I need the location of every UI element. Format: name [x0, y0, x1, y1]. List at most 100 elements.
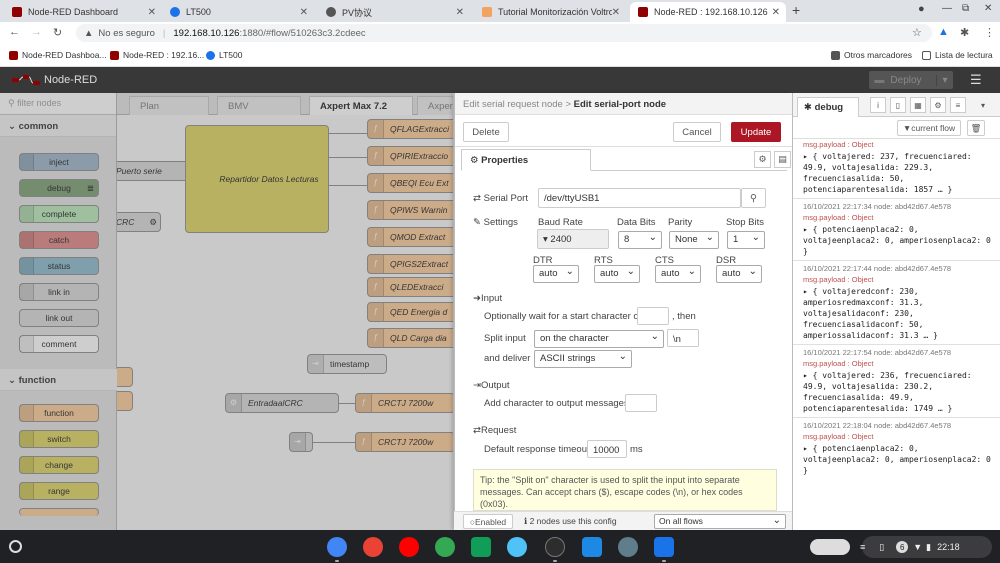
sheets-app-icon[interactable] — [471, 537, 491, 557]
forward-icon[interactable]: → — [31, 26, 42, 38]
system-tray[interactable]: ≡ ▯ 6 ▼ ▮ 22:18 — [860, 536, 992, 558]
message-body[interactable]: ▸ { voltajered: 237, frecuenciared: 49.9… — [803, 151, 994, 195]
baud-rate-input[interactable]: ▾ 2400 — [537, 229, 609, 249]
reading-list-icon — [922, 50, 931, 60]
info-icon[interactable]: i — [870, 97, 886, 113]
close-icon[interactable]: ✕ — [772, 7, 780, 18]
context-icon[interactable]: ▦ — [910, 97, 926, 113]
add-char-input[interactable] — [625, 394, 657, 412]
book-icon[interactable]: ▯ — [890, 97, 906, 113]
other-bookmarks-label: Otros marcadores — [844, 50, 913, 60]
browser-tab-tutorial[interactable]: Tutorial Monitorización Voltronic ✕ — [474, 2, 626, 22]
debug-message[interactable]: 16/10/2021 22:18:04 node: abd42d67.4e578… — [793, 418, 1000, 479]
v2-app-icon[interactable] — [654, 537, 674, 557]
settings-app-icon[interactable] — [618, 537, 638, 557]
warning-icon: ▲ — [84, 27, 94, 39]
scope-select[interactable]: On all flows — [654, 514, 786, 529]
breadcrumb-parent[interactable]: Edit serial request node — [463, 99, 563, 110]
deploy-button[interactable]: ▬ Deploy ▾ — [869, 71, 953, 89]
debug-message[interactable]: msg.payload : Object ▸ { voltajered: 237… — [793, 139, 1000, 199]
filter-button[interactable]: ▼ current flow — [897, 120, 961, 136]
message-body[interactable]: ▸ { potenciaenplaca2: 0, voltajeenplaca2… — [803, 443, 994, 476]
data-bits-select[interactable]: 8 — [618, 231, 662, 249]
bookmark-node-red[interactable]: Node-RED : 192.16... — [110, 50, 204, 60]
gear-icon[interactable]: ⚙ — [930, 97, 946, 113]
close-window-icon[interactable]: ✕ — [984, 3, 992, 14]
description-icon[interactable]: ▤ — [774, 151, 791, 168]
message-body[interactable]: ▸ { potenciaenplaca2: 0, voltajeenplaca2… — [803, 224, 994, 257]
cancel-button[interactable]: Cancel — [673, 122, 721, 142]
gmail-app-icon[interactable] — [363, 537, 383, 557]
deploy-icon: ▬ — [874, 74, 885, 86]
chevron-down-icon[interactable]: ▾ — [975, 97, 991, 113]
cts-select[interactable]: auto — [655, 265, 701, 283]
dtr-select[interactable]: auto — [533, 265, 579, 283]
message-body[interactable]: ▸ { voltajered: 236, frecuenciared: 49.9… — [803, 370, 994, 414]
start-char-input[interactable] — [637, 307, 669, 325]
hamburger-menu-icon[interactable]: ☰ — [970, 72, 982, 88]
play-store-app-icon[interactable] — [435, 537, 455, 557]
debug-message[interactable]: 16/10/2021 22:17:34 node: abd42d67.4e578… — [793, 199, 1000, 261]
rts-select[interactable]: auto — [594, 265, 640, 283]
back-icon[interactable]: ← — [9, 26, 20, 38]
deliver-select[interactable]: ASCII strings — [534, 350, 632, 368]
youtube-app-icon[interactable] — [399, 537, 419, 557]
running-indicator — [662, 560, 666, 562]
launcher-icon[interactable] — [9, 540, 22, 553]
gear-icon[interactable]: ⚙ — [754, 151, 771, 168]
split-char-input[interactable]: \n — [667, 329, 699, 347]
bookmark-lt500[interactable]: LT500 — [206, 50, 242, 60]
chevron-down-icon[interactable]: ▾ — [935, 74, 948, 86]
close-icon[interactable]: ✕ — [148, 7, 156, 18]
drive-extension-icon[interactable]: ▲ — [938, 26, 949, 38]
editor-modal-overlay — [0, 93, 454, 530]
dsr-select[interactable]: auto — [716, 265, 762, 283]
browser-tab-dashboard[interactable]: Node-RED Dashboard ✕ — [4, 2, 162, 22]
parity-select[interactable]: None — [669, 231, 719, 249]
terminal-app-icon[interactable] — [545, 537, 565, 557]
close-icon[interactable]: ✕ — [300, 7, 308, 18]
debug-message[interactable]: 16/10/2021 22:17:54 node: abd42d67.4e578… — [793, 345, 1000, 418]
minimize-icon[interactable]: — — [942, 3, 952, 14]
enabled-toggle[interactable]: ○ Enabled — [463, 514, 513, 529]
debug-filter-bar: ▼ current flow 🗑 — [793, 117, 1000, 139]
close-icon[interactable]: ✕ — [456, 7, 464, 18]
reload-icon[interactable]: ↻ — [53, 26, 62, 39]
update-button[interactable]: Update — [731, 122, 781, 142]
tab-properties[interactable]: ⚙ Properties — [461, 149, 591, 171]
bookmark-node-red-dashboard[interactable]: Node-RED Dashboa... — [9, 50, 107, 60]
bookmark-label: Node-RED : 192.16... — [123, 50, 205, 60]
search-button[interactable]: ⚲ — [741, 188, 766, 208]
extensions-icon[interactable]: ✱ — [960, 26, 969, 39]
star-icon[interactable]: ☆ — [912, 26, 922, 39]
timeout-input[interactable]: 10000 — [587, 440, 627, 458]
browser-tab-pv[interactable]: PV协议 ✕ — [318, 2, 470, 22]
running-indicator — [335, 560, 339, 562]
trash-icon[interactable]: 🗑 — [967, 120, 985, 136]
breadcrumb-current: Edit serial-port node — [573, 99, 667, 110]
chrome-app-icon[interactable] — [327, 537, 347, 557]
browser-tab-node-red[interactable]: Node-RED : 192.168.10.126 ✕ — [630, 2, 786, 22]
tab-search-icon[interactable]: ● — [918, 3, 925, 15]
delete-button[interactable]: Delete — [463, 122, 509, 142]
stop-bits-select[interactable]: 1 — [727, 231, 765, 249]
omnibox[interactable]: ▲ No es seguro | 192.168.10.126 :1880/#f… — [76, 24, 932, 42]
message-body[interactable]: ▸ { voltajeredconf: 230, amperiosredmaxc… — [803, 286, 994, 341]
database-icon[interactable]: ≡ — [950, 97, 966, 113]
serial-port-input[interactable]: /dev/ttyUSB1 — [538, 188, 741, 208]
browser-tab-lt500[interactable]: LT500 ✕ — [162, 2, 314, 22]
weather-app-icon[interactable] — [507, 537, 527, 557]
message-payload: { potenciaenplaca2: 0, voltajeenplaca2: … — [803, 444, 991, 475]
split-select[interactable]: on the character — [534, 330, 664, 348]
tab-debug[interactable]: ✱ debug — [797, 97, 859, 117]
message-topic: msg.payload : Object — [803, 213, 874, 222]
debug-message[interactable]: 16/10/2021 22:17:44 node: abd42d67.4e578… — [793, 261, 1000, 345]
new-tab-button[interactable]: + — [792, 2, 800, 18]
other-bookmarks[interactable]: Otros marcadores — [831, 50, 912, 60]
restore-icon[interactable]: ⧉ — [962, 3, 969, 14]
reading-list[interactable]: Lista de lectura — [922, 50, 993, 60]
menu-icon[interactable]: ⋮ — [984, 26, 995, 39]
files-app-icon[interactable] — [582, 537, 602, 557]
tote-icon[interactable] — [810, 539, 850, 555]
close-icon[interactable]: ✕ — [611, 6, 620, 18]
